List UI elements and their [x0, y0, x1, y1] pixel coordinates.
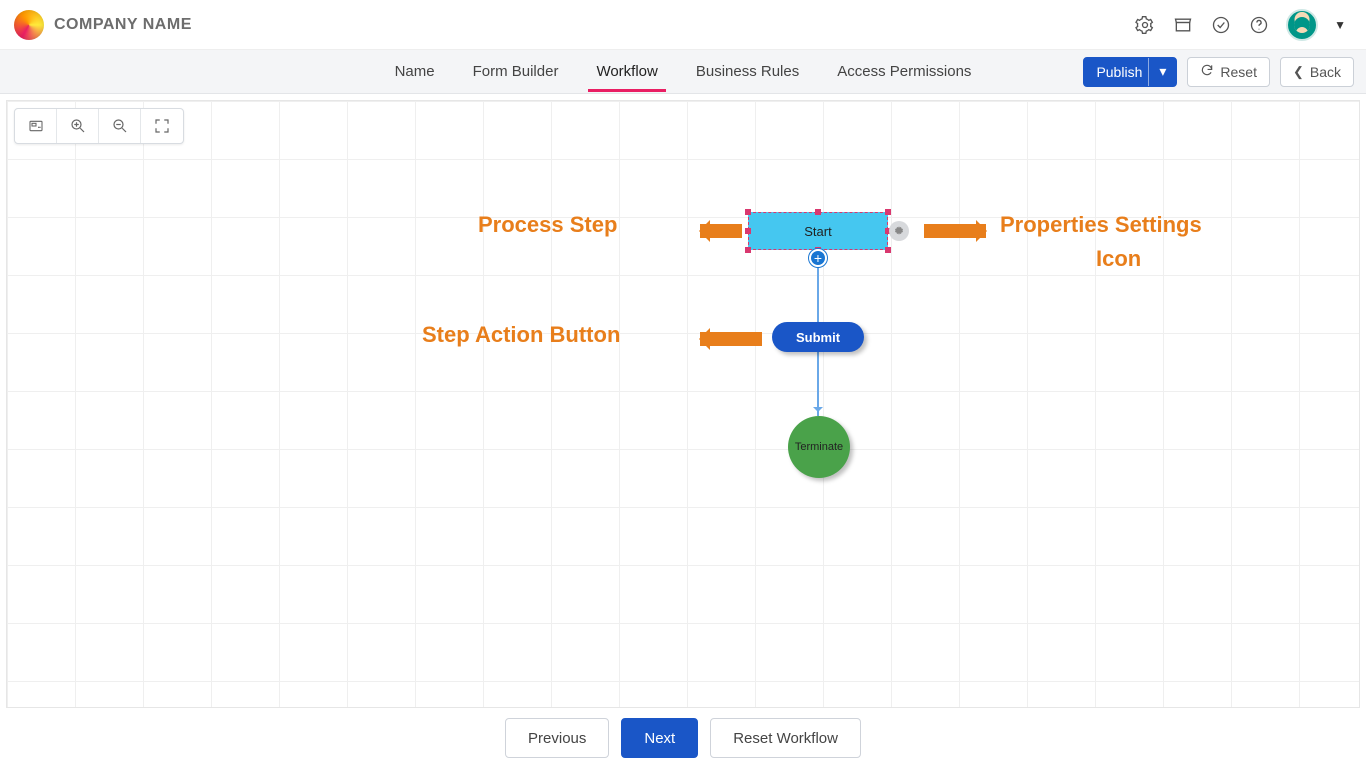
annotation-arrow-icon: [924, 224, 986, 238]
chevron-left-icon: ❮: [1293, 64, 1304, 80]
start-node[interactable]: Start +: [748, 212, 888, 250]
annotation-arrow-icon: [700, 224, 742, 238]
tab-access-permissions[interactable]: Access Permissions: [835, 53, 973, 90]
header-right: ▼: [1134, 9, 1346, 41]
start-node-label: Start: [804, 224, 831, 239]
subnav-actions: Publish ▾ Reset ❮ Back: [1083, 57, 1354, 87]
fullscreen-button[interactable]: [141, 109, 183, 143]
wizard-footer: Previous Next Reset Workflow: [0, 708, 1366, 768]
annotation-arrow-icon: [700, 332, 762, 346]
zoom-in-button[interactable]: [57, 109, 99, 143]
connector-submit-terminate: [817, 352, 819, 416]
zoom-out-button[interactable]: [99, 109, 141, 143]
avatar[interactable]: [1286, 9, 1318, 41]
tab-workflow[interactable]: Workflow: [594, 53, 659, 90]
refresh-icon: [1200, 63, 1214, 80]
submit-action-node[interactable]: Submit: [772, 322, 864, 352]
resize-handle[interactable]: [885, 209, 891, 215]
resize-handle[interactable]: [745, 228, 751, 234]
tab-business-rules[interactable]: Business Rules: [694, 53, 801, 90]
brand-logo-icon: [14, 10, 44, 40]
brand: COMPANY NAME: [14, 10, 192, 40]
reset-workflow-button[interactable]: Reset Workflow: [710, 718, 861, 758]
gear-icon[interactable]: [1134, 14, 1156, 36]
previous-button[interactable]: Previous: [505, 718, 609, 758]
back-button[interactable]: ❮ Back: [1280, 57, 1354, 87]
add-step-plus-icon[interactable]: +: [809, 249, 827, 267]
help-icon[interactable]: [1248, 14, 1270, 36]
fit-view-button[interactable]: [15, 109, 57, 143]
resize-handle[interactable]: [885, 247, 891, 253]
connector-start-submit: [817, 266, 819, 322]
canvas-grid: [6, 100, 1360, 708]
resize-handle[interactable]: [745, 247, 751, 253]
publish-button[interactable]: Publish ▾: [1083, 57, 1177, 87]
publish-label: Publish: [1096, 64, 1142, 80]
subnav: Name Form Builder Workflow Business Rule…: [0, 50, 1366, 94]
tab-form-builder[interactable]: Form Builder: [471, 53, 561, 90]
check-circle-icon[interactable]: [1210, 14, 1232, 36]
user-menu-caret-icon[interactable]: ▼: [1334, 18, 1346, 32]
back-label: Back: [1310, 64, 1341, 80]
submit-label: Submit: [796, 330, 840, 345]
next-button[interactable]: Next: [621, 718, 698, 758]
reset-button[interactable]: Reset: [1187, 57, 1270, 87]
tabs: Name Form Builder Workflow Business Rule…: [393, 53, 974, 90]
resize-handle[interactable]: [815, 209, 821, 215]
terminate-node[interactable]: Terminate: [788, 416, 850, 478]
publish-caret-icon[interactable]: ▾: [1148, 58, 1176, 86]
workflow-canvas[interactable]: Start + Submit Terminate Process Step Pr…: [0, 94, 1366, 708]
top-header: COMPANY NAME ▼: [0, 0, 1366, 50]
resize-handle[interactable]: [745, 209, 751, 215]
tab-name[interactable]: Name: [393, 53, 437, 90]
brand-name: COMPANY NAME: [54, 16, 192, 34]
store-icon[interactable]: [1172, 14, 1194, 36]
canvas-toolbar: [14, 108, 184, 144]
terminate-label: Terminate: [795, 441, 843, 453]
node-settings-gear-icon[interactable]: [889, 221, 909, 241]
reset-label: Reset: [1220, 64, 1257, 80]
